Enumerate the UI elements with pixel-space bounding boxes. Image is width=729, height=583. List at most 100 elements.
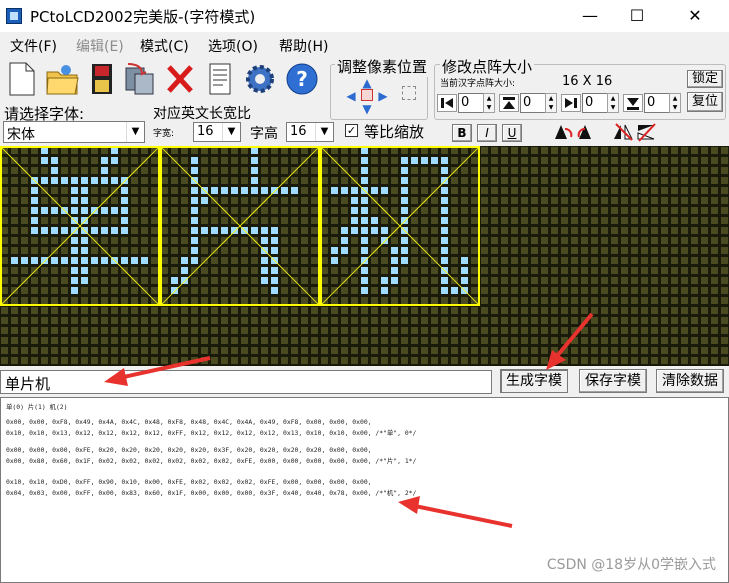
adjust-select-icon[interactable] bbox=[402, 86, 416, 100]
lit-pixel bbox=[251, 147, 258, 154]
matrix-dot bbox=[671, 167, 678, 174]
matrix-dot bbox=[551, 347, 558, 354]
matrix-dot bbox=[141, 237, 148, 244]
matrix-dot bbox=[291, 197, 298, 204]
underline-button[interactable]: U bbox=[502, 124, 522, 142]
adjust-up-icon[interactable]: ▲ bbox=[360, 76, 374, 90]
spin-bottom-arrows[interactable]: ▲ ▼ bbox=[669, 93, 681, 113]
save-font-button[interactable]: 保存字模 bbox=[579, 369, 647, 393]
matrix-dot bbox=[541, 197, 548, 204]
maximize-button[interactable]: ☐ bbox=[614, 0, 660, 32]
chevron-down-icon[interactable]: ▼ bbox=[315, 123, 333, 141]
matrix-dot bbox=[221, 287, 228, 294]
help-icon[interactable]: ? bbox=[284, 60, 320, 98]
dot-matrix-canvas[interactable] bbox=[0, 145, 729, 366]
lit-pixel bbox=[441, 207, 448, 214]
menu-mode[interactable]: 模式(C) bbox=[140, 36, 189, 56]
matrix-dot bbox=[201, 277, 208, 284]
adjust-center-icon[interactable] bbox=[361, 89, 373, 101]
menu-edit[interactable]: 编辑(E) bbox=[76, 36, 124, 56]
matrix-dot bbox=[51, 357, 58, 364]
matrix-dot bbox=[11, 147, 18, 154]
lit-pixel bbox=[41, 227, 48, 234]
reset-button[interactable]: 复位 bbox=[687, 92, 723, 112]
matrix-dot bbox=[241, 147, 248, 154]
matrix-dot bbox=[201, 317, 208, 324]
matrix-dot bbox=[721, 227, 728, 234]
matrix-dot bbox=[501, 287, 508, 294]
matrix-dot bbox=[421, 227, 428, 234]
matrix-dot bbox=[651, 227, 658, 234]
matrix-dot bbox=[571, 207, 578, 214]
notes-icon[interactable] bbox=[202, 60, 238, 98]
font-select[interactable]: 宋体 ▼ bbox=[3, 121, 145, 143]
save-as-icon[interactable] bbox=[122, 60, 158, 98]
minimize-button[interactable]: — bbox=[567, 0, 613, 32]
clear-data-button[interactable]: 清除数据 bbox=[656, 369, 724, 393]
spin-bottom-value[interactable]: 0 bbox=[644, 93, 670, 113]
matrix-dot bbox=[541, 277, 548, 284]
new-file-icon[interactable] bbox=[4, 60, 40, 98]
matrix-dot bbox=[121, 357, 128, 364]
matrix-dot bbox=[721, 267, 728, 274]
matrix-dot bbox=[561, 217, 568, 224]
matrix-dot bbox=[701, 267, 708, 274]
flip-vertical-icon[interactable] bbox=[636, 121, 658, 143]
rotate-right-icon[interactable] bbox=[576, 121, 598, 143]
matrix-dot bbox=[261, 317, 268, 324]
matrix-dot bbox=[1, 237, 8, 244]
open-folder-icon[interactable] bbox=[44, 60, 80, 98]
matrix-dot bbox=[531, 297, 538, 304]
lit-pixel bbox=[381, 277, 388, 284]
matrix-dot bbox=[601, 217, 608, 224]
delete-icon[interactable] bbox=[162, 60, 198, 98]
matrix-dot bbox=[561, 207, 568, 214]
chevron-down-icon[interactable]: ▼ bbox=[222, 123, 240, 141]
output-textarea[interactable]: 单(0) 片(1) 机(2) 0x00, 0x00, 0xF8, 0x49, 0… bbox=[0, 397, 729, 583]
matrix-dot bbox=[251, 297, 258, 304]
matrix-dot bbox=[611, 237, 618, 244]
lit-pixel bbox=[71, 247, 78, 254]
matrix-dot bbox=[161, 247, 168, 254]
adjust-down-icon[interactable]: ▼ bbox=[360, 102, 374, 116]
spin-left-value[interactable]: 0 bbox=[458, 93, 484, 113]
menu-file[interactable]: 文件(F) bbox=[10, 36, 57, 56]
matrix-dot bbox=[181, 357, 188, 364]
close-button[interactable]: ✕ bbox=[672, 0, 718, 32]
spin-right-value[interactable]: 0 bbox=[582, 93, 608, 113]
generate-button[interactable]: 生成字模 bbox=[500, 369, 568, 393]
bold-button[interactable]: B bbox=[452, 124, 472, 142]
lock-button[interactable]: 锁定 bbox=[687, 70, 723, 88]
menu-options[interactable]: 选项(O) bbox=[208, 36, 258, 56]
spin-left-arrows[interactable]: ▲ ▼ bbox=[483, 93, 495, 113]
lit-pixel bbox=[341, 247, 348, 254]
spin-top-arrows[interactable]: ▲ ▼ bbox=[545, 93, 557, 113]
menu-help[interactable]: 帮助(H) bbox=[279, 36, 328, 56]
italic-button[interactable]: I bbox=[477, 124, 497, 142]
char-input-field[interactable]: 单片机 bbox=[0, 370, 492, 394]
matrix-dot bbox=[461, 327, 468, 334]
matrix-dot bbox=[491, 357, 498, 364]
matrix-dot bbox=[371, 247, 378, 254]
matrix-dot bbox=[441, 327, 448, 334]
settings-gear-icon[interactable] bbox=[242, 60, 278, 98]
matrix-dot bbox=[131, 217, 138, 224]
matrix-dot bbox=[241, 157, 248, 164]
rotate-left-icon[interactable] bbox=[552, 121, 574, 143]
save-icon[interactable] bbox=[84, 60, 120, 98]
spin-top-value[interactable]: 0 bbox=[520, 93, 546, 113]
flip-horizontal-icon[interactable] bbox=[612, 121, 634, 143]
char-width-select[interactable]: 16 ▼ bbox=[193, 122, 241, 142]
proportional-checkbox[interactable]: ✓ bbox=[345, 124, 358, 137]
adjust-right-icon[interactable]: ▶ bbox=[376, 89, 390, 103]
char-height-select[interactable]: 16 ▼ bbox=[286, 122, 334, 142]
matrix-dot bbox=[311, 317, 318, 324]
matrix-dot bbox=[551, 287, 558, 294]
chevron-down-icon[interactable]: ▼ bbox=[126, 122, 144, 142]
matrix-dot bbox=[251, 307, 258, 314]
spin-right-arrows[interactable]: ▲ ▼ bbox=[607, 93, 619, 113]
dot-matrix-preview[interactable] bbox=[0, 145, 729, 366]
adjust-left-icon[interactable]: ◀ bbox=[344, 89, 358, 103]
matrix-dot bbox=[71, 307, 78, 314]
matrix-dot bbox=[141, 337, 148, 344]
